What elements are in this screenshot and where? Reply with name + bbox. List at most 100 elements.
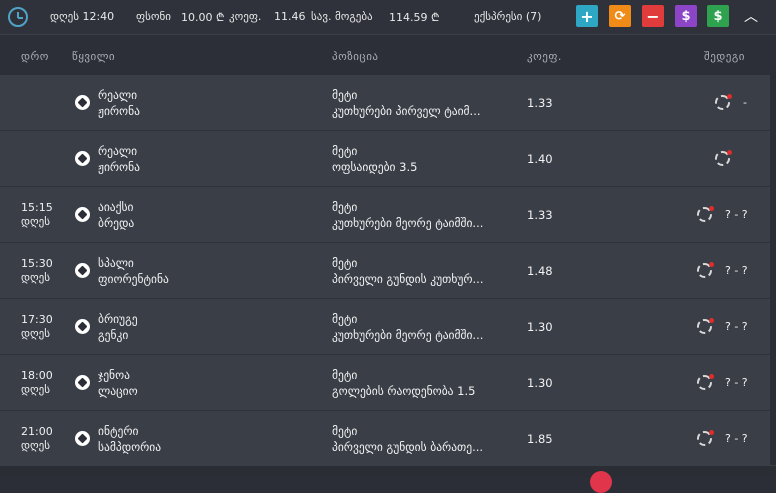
position-type: მეტი — [332, 200, 358, 214]
live-status-icon — [715, 150, 732, 166]
scrollbar[interactable] — [770, 75, 776, 465]
table-row[interactable]: 15:30 დღეს სპალი ფიორენტინა მეტი პირველი გუნდ… — [0, 243, 776, 299]
live-status-icon — [697, 262, 714, 278]
position-detail: ოფსაიდები 3.5 — [332, 160, 418, 174]
odds-value: 1.48 — [527, 264, 553, 278]
odds-value: 1.33 — [527, 208, 553, 222]
bonus-bet-button[interactable]: $ — [675, 5, 697, 27]
team-home: აიაქსი — [98, 200, 134, 214]
position-type: მეტი — [332, 368, 358, 382]
table-row[interactable]: 18:00 დღეს ჯენოა ლაციო მეტი გოლების რაოდენობა… — [0, 355, 776, 411]
chevron-up-icon[interactable]: ︿ — [740, 8, 762, 26]
position-detail: კუთხურები პირველ ტაიმ... — [332, 104, 481, 118]
bottom-bar — [0, 466, 776, 477]
table-row[interactable]: 17:30 დღეს ბრიუგე გენკი მეტი კუთხურები მეორე … — [0, 299, 776, 355]
notification-dot[interactable] — [590, 471, 612, 493]
refresh-button[interactable]: ⟳ — [609, 5, 631, 27]
position-type: მეტი — [332, 424, 358, 438]
bet-position: მეტი კუთხურები მეორე ტაიმში... — [332, 199, 483, 231]
live-status-icon — [697, 206, 714, 222]
table-row[interactable]: 15:15 დღეს აიაქსი ბრედა მეტი კუთხურები მეორე … — [0, 187, 776, 243]
match-day: დღეს — [21, 439, 50, 452]
team-away: ბრედა — [98, 216, 135, 230]
match-time-clock: 15:15 — [21, 201, 53, 214]
coef-label: კოეფ. — [229, 10, 262, 23]
add-button[interactable]: + — [576, 5, 598, 27]
table-row[interactable]: რეალი ჟირონა მეტი კუთხურები პირველ ტაიმ... 1… — [0, 75, 776, 131]
match-time: 17:30 დღეს — [21, 313, 53, 341]
match-time: 18:00 დღეს — [21, 369, 53, 397]
match-time: 21:00 დღეს — [21, 425, 53, 453]
match-teams: ინტერი სამპდორია — [98, 423, 161, 455]
express-label[interactable]: ექსპრესი (7) — [474, 10, 541, 23]
position-detail: პირველი გუნდის კუთხურ... — [332, 272, 484, 286]
odds-value: 1.33 — [527, 96, 553, 110]
team-away: ჟირონა — [98, 104, 140, 118]
match-time-clock: 17:30 — [21, 313, 53, 326]
match-day: დღეს — [21, 215, 50, 228]
team-away: სამპდორია — [98, 440, 162, 454]
live-status-icon — [715, 94, 732, 110]
match-teams: ჯენოა ლაციო — [98, 367, 138, 399]
bet-position: მეტი პირველი გუნდის ბარათე... — [332, 423, 483, 455]
odds-value: 1.85 — [527, 432, 553, 446]
win-value: 114.59 ₾ — [389, 11, 440, 24]
score: ? - ? — [725, 264, 748, 277]
team-home: ინტერი — [98, 424, 139, 438]
soccer-ball-icon — [75, 375, 90, 390]
team-home: რეალი — [98, 144, 138, 158]
header-result: შედეგი — [704, 50, 745, 63]
team-away: გენკი — [98, 328, 129, 342]
soccer-ball-icon — [75, 431, 90, 446]
match-teams: სპალი ფიორენტინა — [98, 255, 169, 287]
plus-icon: + — [580, 6, 594, 26]
score: ? - ? — [725, 320, 748, 333]
bet-position: მეტი პირველი გუნდის კუთხურ... — [332, 255, 483, 287]
soccer-ball-icon — [75, 207, 90, 222]
remove-button[interactable]: − — [642, 5, 664, 27]
position-type: მეტი — [332, 88, 358, 102]
odds-value: 1.30 — [527, 320, 553, 334]
win-label: სავ. მოგება — [311, 10, 373, 23]
match-time-clock: 18:00 — [21, 369, 53, 382]
position-detail: კუთხურები მეორე ტაიმში... — [332, 216, 484, 230]
match-time-clock: 21:00 — [21, 425, 53, 438]
odds-value: 1.30 — [527, 376, 553, 390]
team-away: ჟირონა — [98, 160, 140, 174]
soccer-ball-icon — [75, 263, 90, 278]
odds-value: 1.40 — [527, 152, 553, 166]
position-type: მეტი — [332, 256, 358, 270]
header-position: პოზიცია — [332, 50, 379, 63]
table-row[interactable]: რეალი ჟირონა მეტი ოფსაიდები 3.5 1.40 — [0, 131, 776, 187]
match-day: დღეს — [21, 327, 50, 340]
bet-label: ფსონი — [136, 10, 171, 23]
team-away: ფიორენტინა — [98, 272, 169, 286]
team-home: ჯენოა — [98, 368, 130, 382]
top-bar: დღეს 12:40 ფსონი 10.00 ₾ კოეფ. 11.46 სავ… — [0, 0, 776, 35]
header-time: დრო — [21, 50, 49, 63]
table-row[interactable]: 21:00 დღეს ინტერი სამპდორია მეტი პირველი გუნდ… — [0, 411, 776, 467]
match-teams: რეალი ჟირონა — [98, 87, 140, 119]
live-status-icon — [697, 374, 714, 390]
bet-position: მეტი გოლების რაოდენობა 1.5 — [332, 367, 475, 399]
match-teams: რეალი ჟირონა — [98, 143, 140, 175]
match-time: 15:30 დღეს — [21, 257, 53, 285]
place-bet-button[interactable]: $ — [707, 5, 729, 27]
score: ? - ? — [725, 208, 748, 221]
bet-value: 10.00 ₾ — [181, 11, 225, 24]
position-type: მეტი — [332, 144, 358, 158]
soccer-ball-icon — [75, 151, 90, 166]
match-teams: ბრიუგე გენკი — [98, 311, 138, 343]
header-pair: წყვილი — [72, 50, 116, 63]
match-teams: აიაქსი ბრედა — [98, 199, 134, 231]
coef-value: 11.46 — [274, 10, 306, 23]
dollar-icon: $ — [681, 8, 691, 24]
team-home: ბრიუგე — [98, 312, 138, 326]
header-coef: კოეფ. — [527, 50, 562, 63]
match-time: 15:15 დღეს — [21, 201, 53, 229]
team-home: რეალი — [98, 88, 138, 102]
soccer-ball-icon — [75, 95, 90, 110]
live-status-icon — [697, 430, 714, 446]
refresh-icon: ⟳ — [614, 8, 626, 24]
clock-icon — [8, 7, 28, 27]
